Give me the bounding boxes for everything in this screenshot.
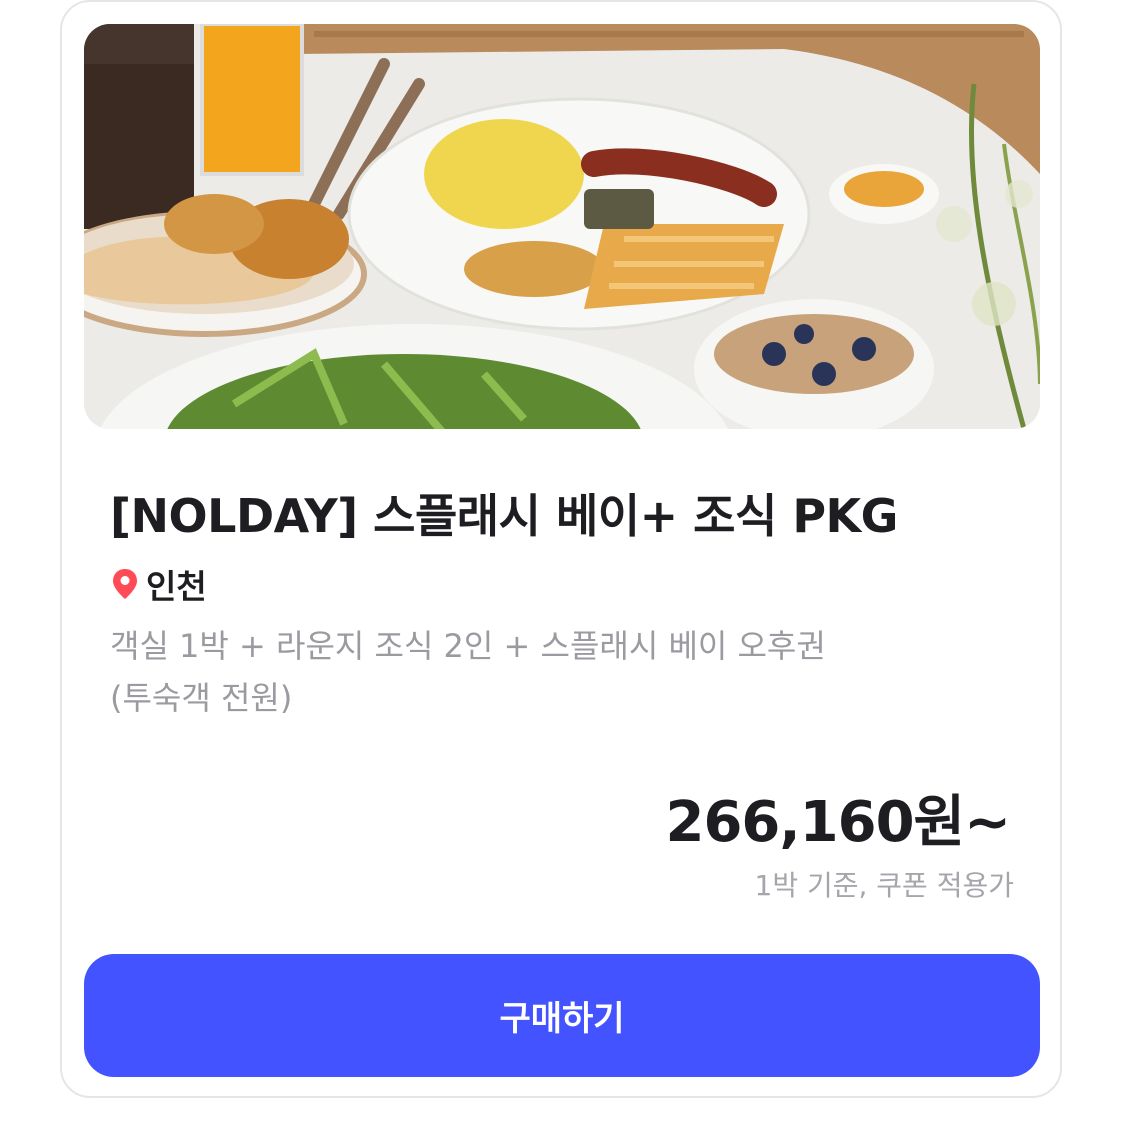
buy-button[interactable]: 구매하기: [84, 954, 1040, 1077]
price-note: 1박 기준, 쿠폰 적용가: [754, 869, 1015, 902]
product-card[interactable]: [NOLDAY] 스플래시 베이+ 조식 PKG 인천 객실 1박 + 라운지 …: [60, 0, 1062, 1098]
product-photo[interactable]: [84, 24, 1040, 429]
location: 인천: [112, 560, 207, 608]
description-line: (투숙객 전원): [110, 679, 293, 717]
product-description: 객실 1박 + 라운지 조식 2인 + 스플래시 베이 오후권 (투숙객 전원): [110, 620, 990, 724]
map-pin-icon: [113, 569, 137, 599]
price: 266,160원~: [665, 790, 1011, 855]
product-title: [NOLDAY] 스플래시 베이+ 조식 PKG: [110, 489, 898, 543]
description-line: 객실 1박 + 라운지 조식 2인 + 스플래시 베이 오후권: [110, 627, 826, 665]
location-name: 인천: [146, 567, 207, 606]
